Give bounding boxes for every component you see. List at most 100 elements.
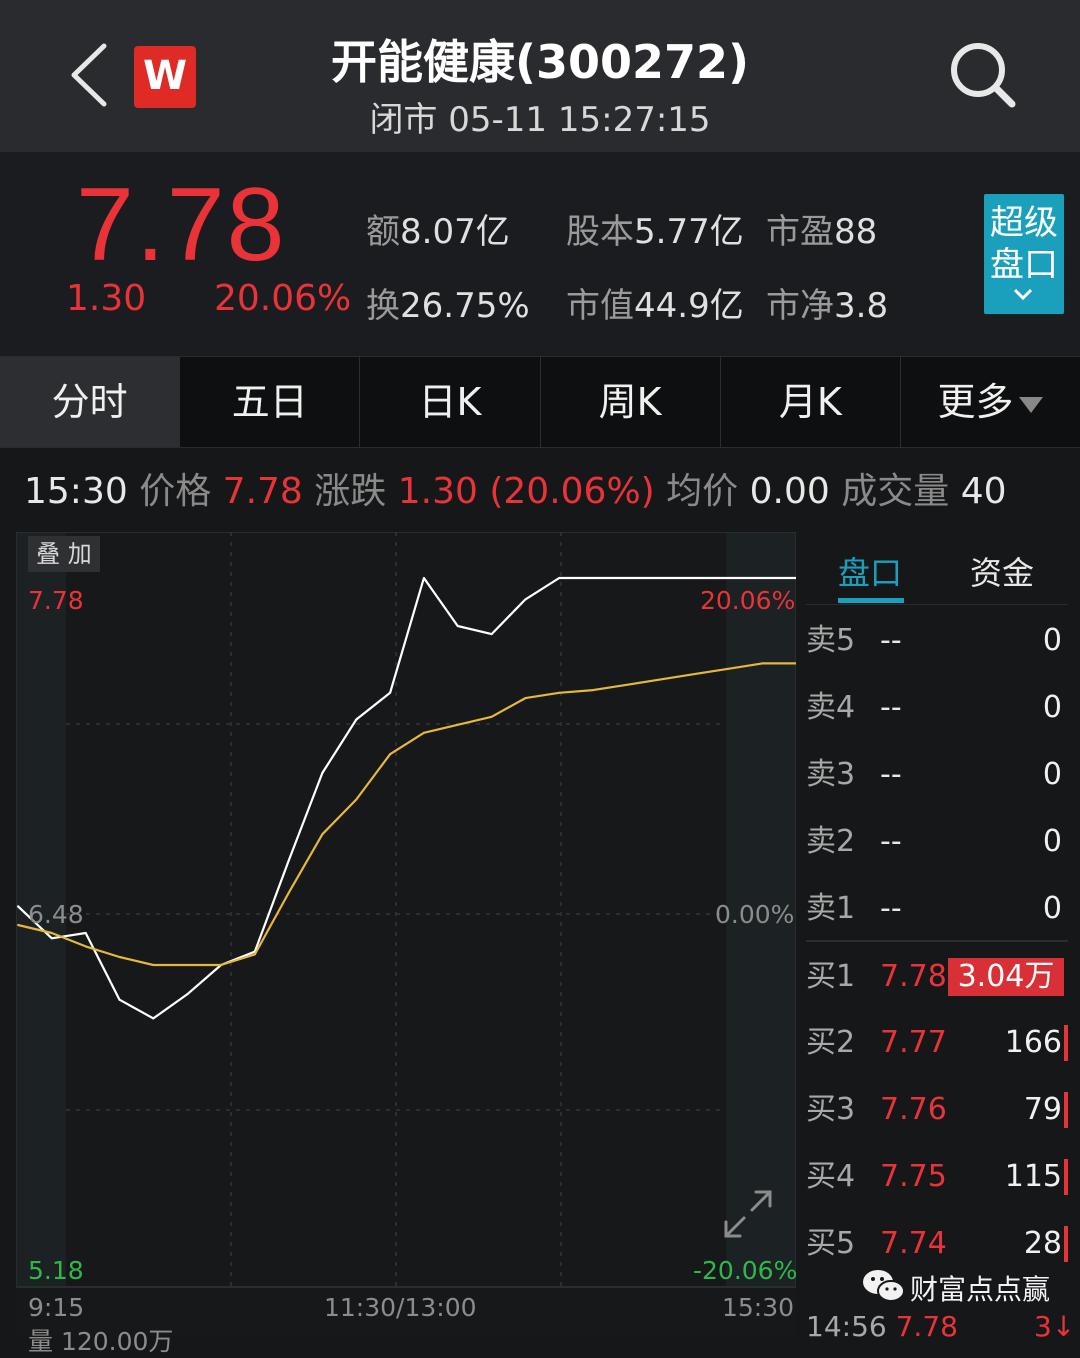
- stat-amount: 额8.07亿: [366, 212, 510, 252]
- average-price-point: [355, 798, 358, 801]
- average-price-point: [524, 697, 527, 700]
- pct-axis-bottom: -20.06%: [693, 1256, 798, 1285]
- last-price: 7.78: [76, 167, 287, 283]
- ask-row: 卖5 -- 0: [806, 623, 1062, 658]
- tab-weekly-k[interactable]: 周K: [541, 357, 721, 447]
- price-point: [321, 771, 324, 774]
- super-orderbook-button[interactable]: 超级 盘口: [984, 194, 1064, 314]
- ask-row: 卖4 -- 0: [806, 690, 1062, 725]
- average-price-point: [761, 662, 764, 665]
- tab-five-day[interactable]: 五日: [180, 357, 361, 447]
- price-point: [625, 577, 628, 579]
- average-price-point: [186, 964, 189, 966]
- tab-daily-k[interactable]: 日K: [360, 357, 541, 447]
- overlay-button[interactable]: 叠 加: [28, 536, 100, 572]
- price-point: [456, 625, 459, 627]
- info-chg-label: 涨跌: [314, 471, 387, 512]
- tab-capital-flow[interactable]: 资金: [970, 548, 1034, 594]
- average-price-point: [84, 945, 87, 948]
- stat-market-value: 市值44.9亿: [566, 286, 744, 326]
- super-btn-label-2: 盘口: [990, 245, 1058, 285]
- average-price-point: [422, 731, 425, 734]
- price-point: [592, 577, 594, 579]
- market-status: 闭市 05-11 15:27:15: [369, 100, 711, 140]
- wechat-watermark: 财富点点赢: [862, 1266, 1062, 1310]
- wechat-icon: [863, 1270, 905, 1302]
- price-point: [50, 937, 53, 940]
- info-vol-label: 成交量: [841, 471, 950, 512]
- bid-row: 买5 7.74 28: [806, 1214, 1068, 1274]
- price-change-pct: 20.06%: [214, 278, 352, 319]
- stat-share-capital: 股本5.77亿: [566, 212, 744, 252]
- ask-row: 卖2 -- 0: [806, 824, 1062, 859]
- chevron-down-icon: [1013, 288, 1033, 301]
- x-axis-start: 9:15: [28, 1293, 85, 1322]
- stat-turnover: 换26.75%: [366, 286, 530, 326]
- price-point: [524, 598, 527, 601]
- average-price-point: [50, 932, 53, 934]
- average-price-point: [321, 833, 324, 836]
- average-price-point: [253, 953, 256, 956]
- fullscreen-expand-icon[interactable]: [722, 1188, 774, 1240]
- price-point: [693, 577, 696, 579]
- price-point: [152, 1017, 155, 1020]
- average-price-point: [693, 673, 696, 676]
- pct-axis-mid: 0.00%: [715, 900, 795, 929]
- tick-row: 14:56 7.78 3↓: [806, 1310, 1075, 1343]
- tick-price: 7.78: [895, 1310, 958, 1343]
- average-price-point: [456, 723, 459, 726]
- ask-row: 卖1 -- 0: [806, 891, 1062, 926]
- app-header: W 开能健康(300272) 闭市 05-11 15:27:15: [0, 0, 1080, 152]
- average-price-point: [490, 715, 493, 718]
- bid-row: 买3 7.76 79: [806, 1080, 1068, 1140]
- info-vol: 40: [960, 471, 1007, 512]
- tab-more[interactable]: 更多: [901, 357, 1080, 447]
- pct-axis-top: 20.06%: [700, 586, 796, 615]
- price-point: [490, 633, 493, 636]
- info-chg: 1.30 (20.06%): [397, 471, 655, 512]
- price-point: [84, 932, 87, 934]
- period-tabs: 分时 五日 日K 周K 月K 更多: [0, 356, 1080, 448]
- price-point: [659, 577, 662, 579]
- price-point: [186, 993, 189, 996]
- search-icon[interactable]: [946, 38, 1018, 110]
- average-price-point: [389, 753, 392, 756]
- y-axis-mid: 6.48: [28, 900, 84, 929]
- tab-monthly-k[interactable]: 月K: [721, 357, 901, 447]
- watermark-text: 财富点点赢: [910, 1273, 1051, 1306]
- average-price-point: [558, 691, 561, 694]
- price-change: 1.30: [66, 278, 147, 319]
- x-axis-mid: 11:30/13:00: [324, 1293, 477, 1322]
- average-price-point: [118, 956, 121, 958]
- price-point: [118, 998, 121, 1001]
- orderbook-divider: [806, 604, 1068, 605]
- bid-row: 买2 7.77 166: [806, 1013, 1068, 1073]
- dropdown-triangle-icon: [1019, 396, 1044, 413]
- y-axis-top: 7.78: [28, 586, 84, 615]
- y-axis-bottom: 5.18: [28, 1256, 84, 1285]
- price-point: [389, 691, 392, 694]
- price-point: [558, 577, 561, 579]
- ask-bid-divider: [806, 940, 1068, 942]
- average-price-point: [625, 683, 628, 686]
- price-point: [355, 718, 358, 721]
- intraday-chart[interactable]: [16, 532, 796, 1336]
- average-price-point: [592, 689, 594, 692]
- average-price-point: [727, 667, 730, 670]
- price-point: [761, 577, 764, 579]
- info-price: 7.78: [222, 471, 303, 512]
- price-point: [287, 859, 290, 862]
- active-tab-indicator: [838, 598, 904, 603]
- tick-volume: 3↓: [1034, 1310, 1076, 1343]
- info-avg-label: 均价: [666, 471, 739, 512]
- x-axis-end: 15:30: [722, 1293, 795, 1322]
- price-point: [422, 577, 425, 579]
- tab-intraday[interactable]: 分时: [0, 357, 181, 447]
- tab-orderbook[interactable]: 盘口: [838, 548, 902, 594]
- average-price-point: [17, 924, 19, 926]
- super-btn-label-1: 超级: [990, 203, 1058, 243]
- info-avg: 0.00: [749, 471, 830, 512]
- tab-more-label: 更多: [937, 380, 1014, 424]
- info-time: 15:30: [24, 471, 128, 512]
- tick-time: 14:56: [806, 1310, 887, 1343]
